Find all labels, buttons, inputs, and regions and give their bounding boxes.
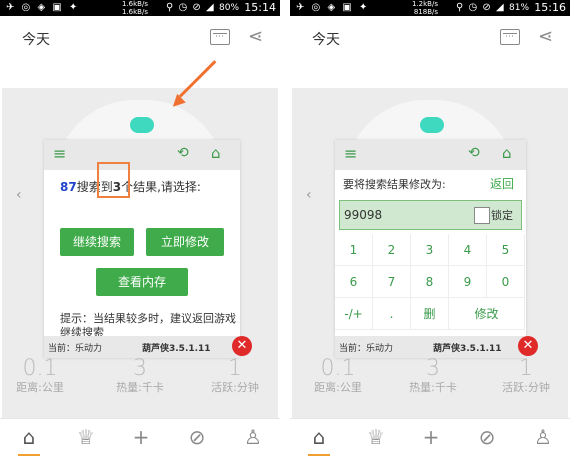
user-icon[interactable]: ♙ [528, 425, 558, 449]
modify-value-panel: ≡ ⟲ ⌂ 要将搜索结果修改为: 返回 99098 锁定 1 2 3 4 5 6… [335, 140, 538, 358]
modify-now-button[interactable]: 立即修改 [146, 228, 224, 256]
view-memory-button[interactable]: 查看内存 [96, 268, 188, 296]
key-1[interactable]: 1 [335, 234, 373, 266]
close-icon[interactable]: ✕ [232, 336, 252, 356]
stat-active: 1 活跃:分钟 [502, 356, 550, 394]
key-0[interactable]: 0 [487, 266, 525, 298]
continue-search-button[interactable]: 继续搜索 [60, 228, 134, 256]
active-tab-indicator [18, 454, 40, 456]
stat-calories: 3 热量:千卡 [116, 356, 164, 394]
status-left-icons: ✈ ◎ ◈ ▣ ✦ [6, 2, 80, 13]
key-8[interactable]: 8 [411, 266, 449, 298]
key-sign[interactable]: -/+ [335, 298, 373, 330]
menu-icon[interactable]: ≡ [344, 144, 357, 163]
chevron-left-icon[interactable]: ‹ [16, 187, 22, 203]
progress-indicator [420, 117, 444, 133]
progress-indicator [130, 117, 154, 133]
refresh-icon[interactable]: ⟲ [468, 145, 480, 161]
battery-level: 81% [509, 3, 530, 13]
back-link[interactable]: 返回 [490, 175, 514, 192]
key-2[interactable]: 2 [373, 234, 411, 266]
current-app-label: 当前：乐动力 [48, 344, 103, 354]
network-speed: 1.6kB/s 1.6kB/s [122, 0, 148, 16]
clock: 15:16 [534, 1, 566, 14]
key-delete[interactable]: 删 [411, 298, 449, 330]
chevron-left-icon[interactable]: ‹ [306, 187, 312, 203]
app-bar: 今天 ⋖ [0, 16, 280, 60]
status-left-icons: ✈ ◎ ◈ ▣ ✦ [296, 2, 370, 13]
battery-level: 80% [219, 3, 240, 13]
status-bar: ✈ ◎ ◈ ▣ ✦ 1.6kB/s 1.6kB/s ⚲ ◷ ⊘ ◢ 80% 15… [0, 0, 280, 16]
panel-toolbar: ≡ ⟲ ⌂ [44, 140, 240, 170]
stat-distance: 0.1 距离:公里 [16, 356, 64, 394]
search-result-message: 87搜索到3个结果,请选择: [60, 180, 201, 194]
page-title: 今天 [22, 32, 50, 48]
page-title: 今天 [312, 32, 340, 48]
key-9[interactable]: 9 [449, 266, 487, 298]
active-tab-indicator [308, 454, 330, 456]
key-5[interactable]: 5 [487, 234, 525, 266]
key-4[interactable]: 4 [449, 234, 487, 266]
status-bar: ✈ ◎ ◈ ▣ ✦ 1.2kB/s 818B/s ⚲ ◷ ⊘ ◢ 81% 15:… [290, 0, 570, 16]
modifier-panel: ≡ ⟲ ⌂ 87搜索到3个结果,请选择: 继续搜索 立即修改 查看内存 提示：当… [44, 140, 252, 358]
bottom-nav: ⌂ ♕ + ⊘ ♙ [0, 418, 280, 459]
panel-toolbar: ≡ ⟲ ⌂ [335, 140, 526, 170]
status-right-icons: ⚲ ◷ ⊘ ◢ [166, 2, 215, 13]
share-icon[interactable]: ⋖ [538, 26, 553, 47]
home-icon[interactable]: ⌂ [304, 425, 334, 449]
modify-prompt: 要将搜索结果修改为: [343, 178, 446, 191]
lock-checkbox[interactable] [474, 207, 490, 224]
phone-screen-right: ✈ ◎ ◈ ▣ ✦ 1.2kB/s 818B/s ⚲ ◷ ⊘ ◢ 81% 15:… [290, 0, 570, 459]
status-right-icons: ⚲ ◷ ⊘ ◢ [456, 2, 505, 13]
stat-active: 1 活跃:分钟 [211, 356, 259, 394]
home-icon[interactable]: ⌂ [211, 144, 221, 162]
user-icon[interactable]: ♙ [238, 425, 268, 449]
annotation-box [97, 162, 130, 198]
calendar-icon[interactable] [210, 29, 230, 45]
search-count: 87 [60, 180, 77, 194]
trophy-icon[interactable]: ♕ [71, 425, 101, 449]
network-speed: 1.2kB/s 818B/s [412, 0, 438, 16]
compass-icon[interactable]: ⊘ [182, 425, 212, 449]
home-icon[interactable]: ⌂ [502, 144, 512, 162]
trophy-icon[interactable]: ♕ [361, 425, 391, 449]
share-icon[interactable]: ⋖ [248, 26, 263, 47]
menu-icon[interactable]: ≡ [53, 144, 66, 163]
app-bar: 今天 ⋖ [290, 16, 570, 60]
version-label: 葫芦侠3.5.1.11 [142, 344, 211, 354]
modify-key[interactable]: 修改 [449, 298, 525, 330]
panel-footer: 当前：乐动力 葫芦侠3.5.1.11 ✕ [44, 336, 252, 358]
clock: 15:14 [244, 1, 276, 14]
key-dot[interactable]: . [373, 298, 411, 330]
stat-calories: 3 热量:千卡 [409, 356, 457, 394]
lock-label: 锁定 [491, 209, 513, 222]
refresh-icon[interactable]: ⟲ [177, 145, 189, 161]
home-icon[interactable]: ⌂ [14, 425, 44, 449]
value-input[interactable]: 99098 [344, 208, 382, 222]
key-7[interactable]: 7 [373, 266, 411, 298]
key-3[interactable]: 3 [411, 234, 449, 266]
plus-icon[interactable]: + [126, 425, 156, 449]
plus-icon[interactable]: + [416, 425, 446, 449]
calendar-icon[interactable] [500, 29, 520, 45]
panel-footer: 当前：乐动力 葫芦侠3.5.1.11 ✕ [335, 336, 538, 358]
phone-screen-left: ✈ ◎ ◈ ▣ ✦ 1.6kB/s 1.6kB/s ⚲ ◷ ⊘ ◢ 80% 15… [0, 0, 280, 459]
close-icon[interactable]: ✕ [518, 336, 538, 356]
compass-icon[interactable]: ⊘ [472, 425, 502, 449]
version-label: 葫芦侠3.5.1.11 [433, 344, 502, 354]
key-6[interactable]: 6 [335, 266, 373, 298]
bottom-nav: ⌂ ♕ + ⊘ ♙ [290, 418, 570, 459]
current-app-label: 当前：乐动力 [339, 344, 394, 354]
stat-distance: 0.1 距离:公里 [314, 356, 362, 394]
value-input-row: 99098 锁定 [339, 200, 522, 230]
